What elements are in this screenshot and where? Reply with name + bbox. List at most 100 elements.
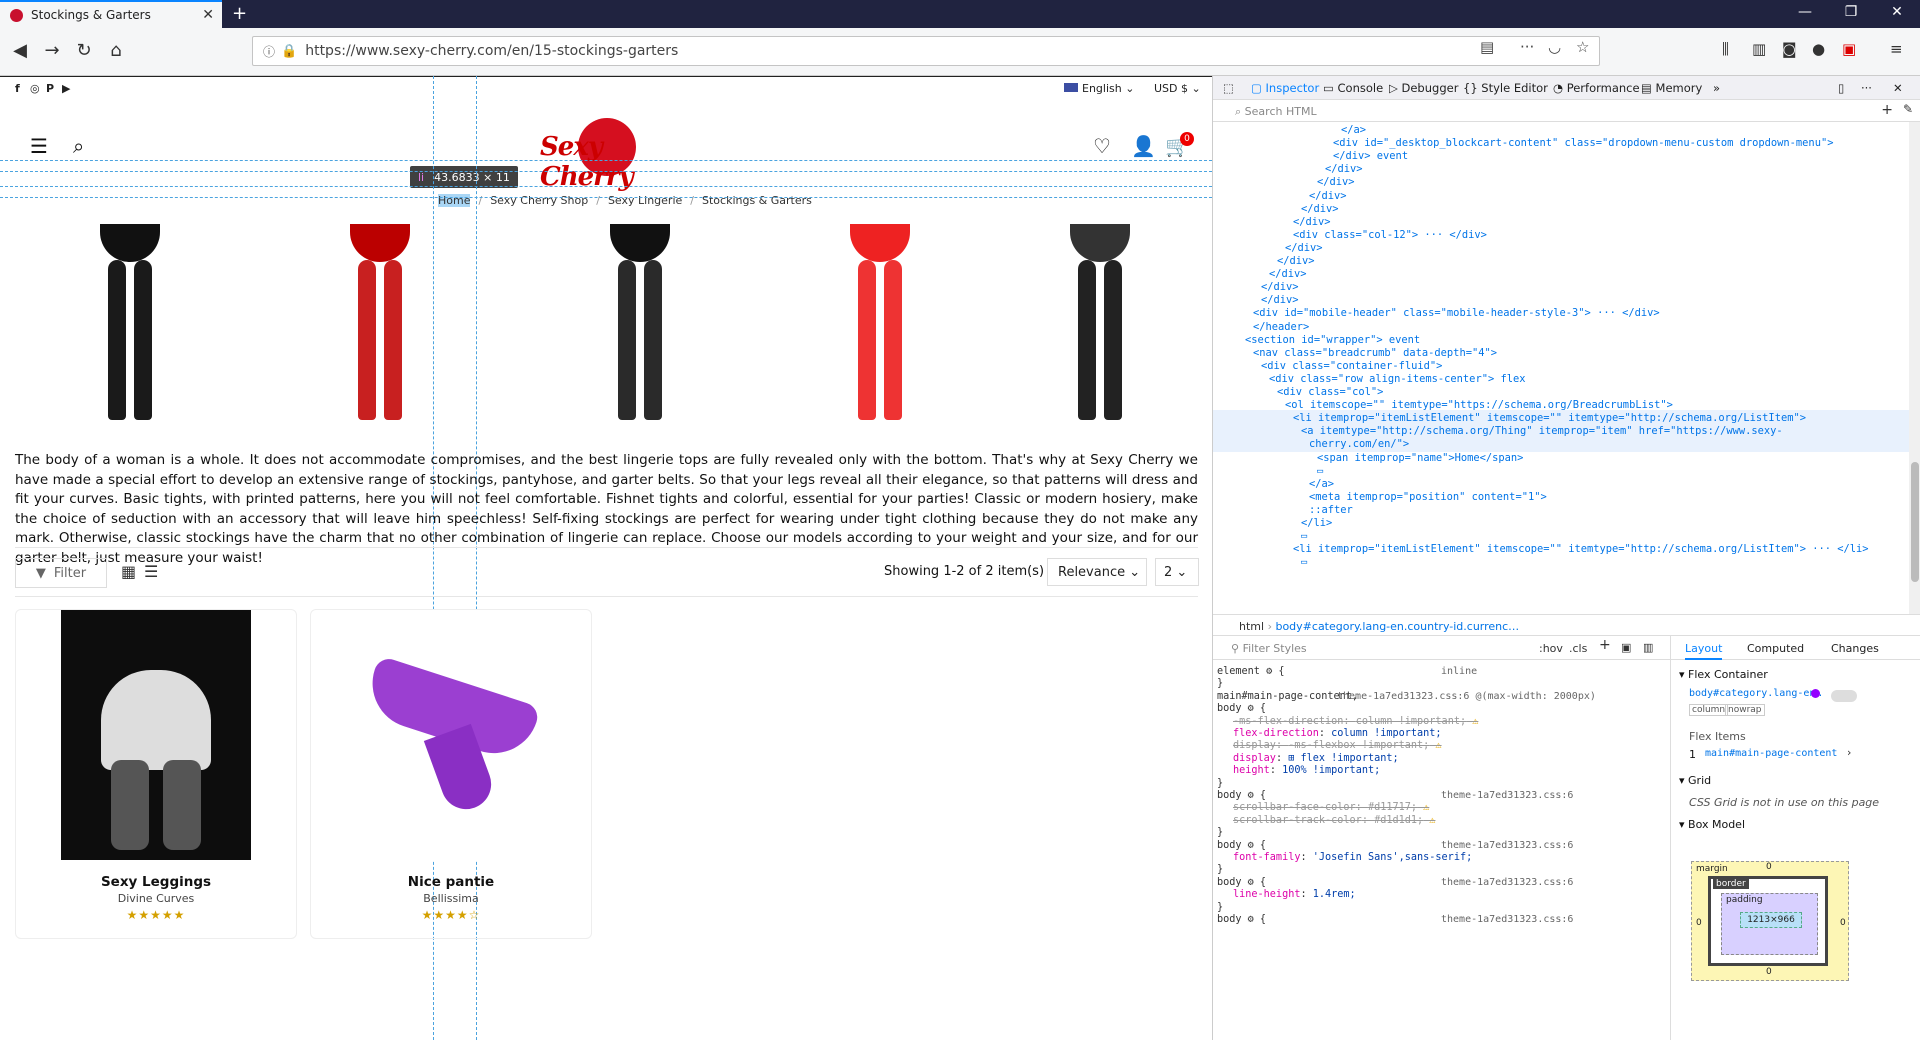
close-window-icon[interactable]: ✕ — [1874, 4, 1920, 20]
product-image[interactable] — [356, 610, 546, 860]
product-name[interactable]: Nice pantie — [311, 874, 591, 890]
legwear-image[interactable] — [340, 224, 420, 422]
reader-view-icon[interactable]: ▤ — [1480, 38, 1494, 56]
facebook-icon[interactable]: f — [15, 82, 20, 95]
filter-styles-input[interactable]: ⚲ Filter Styles :hov .cls + ▣ ▥ — [1213, 636, 1671, 660]
forward-icon[interactable]: → — [40, 40, 64, 61]
back-icon[interactable]: ◀ — [8, 40, 32, 61]
page-actions-icon[interactable]: ··· — [1520, 38, 1534, 56]
tab-computed[interactable]: Computed — [1747, 642, 1804, 655]
dock-icon[interactable]: ▯ — [1838, 81, 1844, 95]
warning-icon[interactable]: ⚠ — [1429, 740, 1441, 751]
close-devtools-icon[interactable]: ✕ — [1893, 81, 1903, 95]
search-html-input[interactable]: ⌕ Search HTML + ✎ — [1213, 100, 1920, 122]
markup-node[interactable]: ▭ — [1213, 554, 1909, 570]
browser-tab[interactable]: Stockings & Garters ✕ — [0, 0, 222, 28]
grid-view-icon[interactable]: ▦ — [121, 562, 136, 581]
tab-memory[interactable]: ▤ Memory — [1641, 81, 1702, 95]
breadcrumb-shop[interactable]: Sexy Cherry Shop — [490, 194, 588, 207]
youtube-icon[interactable]: ▶ — [62, 82, 70, 95]
product-card[interactable]: Nice pantie Bellissima ★★★★☆ — [310, 609, 592, 939]
bm-margin-top[interactable]: 0 — [1766, 862, 1772, 872]
markup-view[interactable]: </a> <div id="_desktop_blockcart-content"… — [1213, 122, 1909, 614]
tab-style-editor[interactable]: {} Style Editor — [1463, 81, 1548, 95]
warning-icon[interactable]: ⚠ — [1417, 802, 1429, 813]
css-source-link[interactable]: theme-1a7ed31323.css:6 — [1441, 912, 1573, 927]
product-card[interactable]: Sexy Leggings Divine Curves ★★★★★ — [15, 609, 297, 939]
library-icon[interactable]: ⫼ — [1722, 40, 1729, 58]
wishlist-heart-icon[interactable]: ♡ — [1093, 134, 1111, 158]
tab-layout[interactable]: Layout — [1685, 642, 1723, 660]
grid-header[interactable]: ▾ Grid — [1679, 774, 1711, 787]
css-declaration[interactable]: height: 100% !important; — [1233, 763, 1380, 778]
eyedropper-icon[interactable]: ✎ — [1903, 102, 1913, 116]
tab-console[interactable]: ▭ Console — [1323, 81, 1383, 95]
list-view-icon[interactable]: ☰ — [144, 562, 158, 581]
breadcrumb-lingerie[interactable]: Sexy Lingerie — [608, 194, 682, 207]
warning-icon[interactable]: ⚠ — [1423, 815, 1435, 826]
tab-changes[interactable]: Changes — [1831, 642, 1879, 655]
add-node-icon[interactable]: + — [1881, 102, 1893, 118]
css-selector[interactable]: body ⚙ { — [1217, 912, 1266, 927]
bm-margin-right[interactable]: 0 — [1840, 918, 1846, 928]
reload-icon[interactable]: ↻ — [72, 40, 96, 61]
product-image[interactable] — [61, 610, 251, 860]
bookmark-star-icon[interactable]: ☆ — [1576, 38, 1589, 56]
css-declaration[interactable]: line-height: 1.4rem; — [1233, 887, 1356, 902]
url-bar[interactable]: ⓘ 🔒 https://www.sexy-cherry.com/en/15-st… — [252, 36, 1600, 66]
css-source-link[interactable]: theme-1a7ed31323.css:6 — [1441, 788, 1573, 803]
new-tab-button[interactable]: + — [232, 3, 247, 24]
addon-icon[interactable]: ▣ — [1842, 40, 1856, 58]
cls-toggle[interactable]: .cls — [1569, 641, 1587, 656]
box-model-header[interactable]: ▾ Box Model — [1679, 818, 1745, 831]
css-source-link[interactable]: theme-1a7ed31323.css:6 — [1441, 875, 1573, 890]
legwear-image[interactable] — [600, 224, 680, 422]
info-icon[interactable]: ⓘ — [263, 43, 275, 60]
bm-margin-left[interactable]: 0 — [1696, 918, 1702, 928]
breadcrumb-home[interactable]: Home — [438, 194, 471, 207]
sidebar-icon[interactable]: ▥ — [1752, 40, 1766, 58]
legwear-image[interactable] — [840, 224, 920, 422]
flex-container-header[interactable]: ▾ Flex Container — [1679, 668, 1768, 681]
pinterest-icon[interactable]: P — [46, 82, 54, 95]
restore-icon[interactable]: ❐ — [1828, 4, 1874, 20]
close-tab-icon[interactable]: ✕ — [202, 7, 214, 23]
legwear-image[interactable] — [90, 224, 170, 422]
css-source-link[interactable]: inline — [1441, 664, 1477, 679]
chevron-right-icon[interactable]: › — [1847, 746, 1851, 759]
body-crumb[interactable]: body#category.lang-en.country-id.currenc… — [1275, 620, 1519, 633]
lock-icon[interactable]: 🔒 — [281, 44, 297, 59]
css-source-link[interactable]: theme-1a7ed31323.css:6 @(max-width: 2000… — [1337, 689, 1596, 704]
product-name[interactable]: Sexy Leggings — [16, 874, 296, 890]
devtools-options-icon[interactable]: ··· — [1861, 81, 1872, 95]
url-text[interactable]: https://www.sexy-cherry.com/en/15-stocki… — [305, 43, 678, 59]
element-picker-icon[interactable]: ⬚ — [1223, 81, 1234, 95]
tab-inspector[interactable]: ▢ Inspector — [1251, 81, 1319, 95]
more-tabs-icon[interactable]: » — [1713, 81, 1720, 95]
css-selector[interactable]: element ⚙ { — [1217, 664, 1284, 679]
menu-icon[interactable]: ≡ — [1890, 40, 1903, 58]
pocket-icon[interactable]: ◡ — [1548, 38, 1561, 56]
flex-highlighter-toggle[interactable] — [1831, 690, 1857, 702]
warning-icon[interactable]: ⚠ — [1466, 716, 1478, 727]
layout-pane-icon[interactable]: ▥ — [1643, 640, 1653, 655]
instagram-icon[interactable]: ◎ — [30, 82, 40, 95]
minimize-icon[interactable]: — — [1782, 4, 1828, 20]
hamburger-menu-icon[interactable]: ☰ — [30, 134, 48, 158]
flex-item[interactable]: main#main-page-content — [1705, 748, 1837, 759]
per-page-select[interactable]: 2 ⌄ — [1155, 558, 1199, 586]
filter-button[interactable]: ▼ Filter — [15, 558, 107, 588]
site-logo[interactable]: Sexy Cherry — [540, 118, 675, 192]
home-icon[interactable]: ⌂ — [104, 40, 128, 61]
add-rule-icon[interactable]: + — [1599, 638, 1611, 653]
extension-icon[interactable]: ◙ — [1782, 40, 1797, 58]
user-account-icon[interactable]: 👤 — [1131, 134, 1156, 158]
tab-performance[interactable]: ◔ Performance — [1553, 81, 1640, 95]
markup-scrollbar[interactable] — [1909, 122, 1920, 614]
bm-margin-bottom[interactable]: 0 — [1766, 967, 1772, 977]
legwear-image[interactable] — [1060, 224, 1140, 422]
html-crumb[interactable]: html — [1239, 620, 1264, 633]
currency-selector[interactable]: USD $ ⌄ — [1154, 82, 1201, 95]
search-icon[interactable]: ⌕ — [73, 134, 84, 158]
css-declaration[interactable]: font-family: 'Josefin Sans',sans-serif; — [1233, 850, 1472, 865]
